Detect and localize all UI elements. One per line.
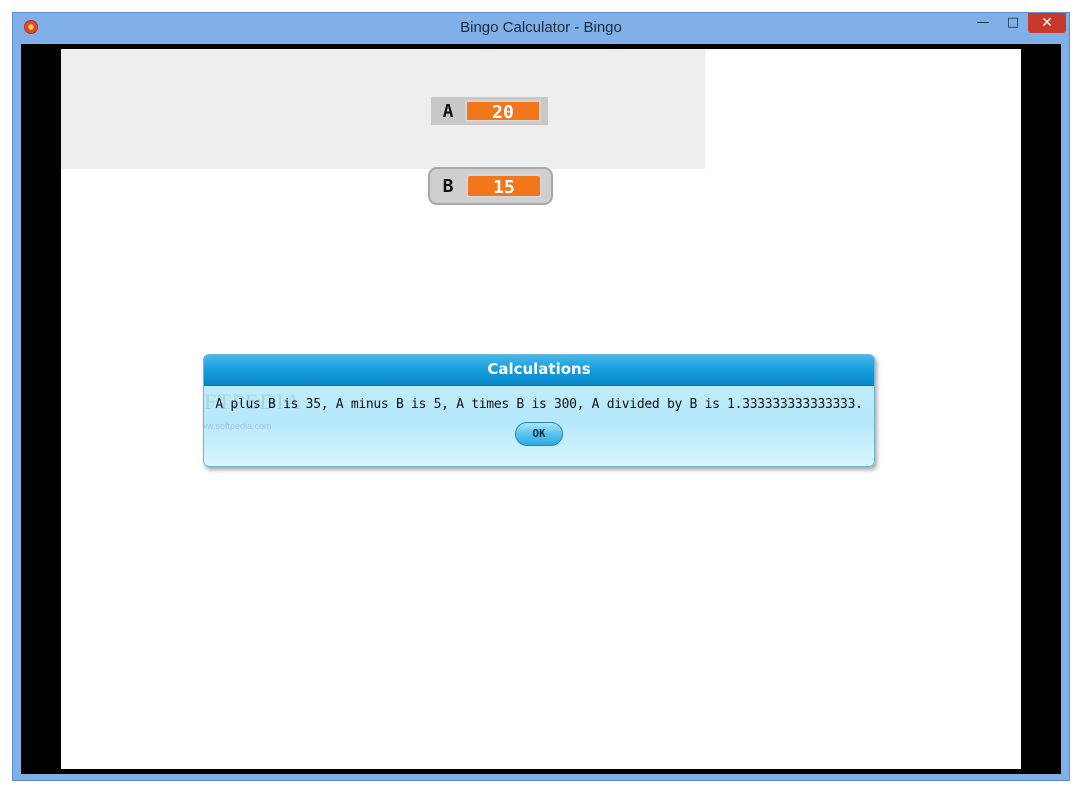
- ok-button[interactable]: OK: [515, 422, 563, 446]
- softpedia-watermark: SOFTPEDIA: [204, 389, 302, 414]
- softpedia-watermark-url: www.softpedia.com: [204, 421, 272, 431]
- maximize-button[interactable]: □: [998, 13, 1028, 33]
- window-title: Bingo Calculator - Bingo: [460, 19, 622, 36]
- app-window: Bingo Calculator - Bingo — □ ✕ A 20 B 15…: [12, 12, 1070, 781]
- client-area: A 20 B 15 Calculations A plus B is 35, A…: [21, 44, 1061, 774]
- stage[interactable]: A 20 B 15 Calculations A plus B is 35, A…: [61, 49, 1021, 769]
- calculations-dialog: Calculations A plus B is 35, A minus B i…: [203, 354, 875, 467]
- variables-panel: [61, 49, 705, 169]
- title-bar[interactable]: Bingo Calculator - Bingo — □ ✕: [13, 13, 1069, 43]
- variable-a-value[interactable]: 20: [465, 100, 541, 123]
- variable-a-block[interactable]: A 20: [431, 97, 548, 125]
- variable-a-label: A: [442, 100, 454, 122]
- variable-b-label: B: [442, 175, 454, 197]
- dialog-title: Calculations: [204, 355, 874, 386]
- variable-b-block[interactable]: B 15: [428, 167, 553, 205]
- close-button[interactable]: ✕: [1028, 13, 1066, 33]
- dialog-message: A plus B is 35, A minus B is 5, A times …: [215, 397, 863, 412]
- minimize-button[interactable]: —: [968, 13, 998, 33]
- variable-b-value[interactable]: 15: [466, 174, 542, 198]
